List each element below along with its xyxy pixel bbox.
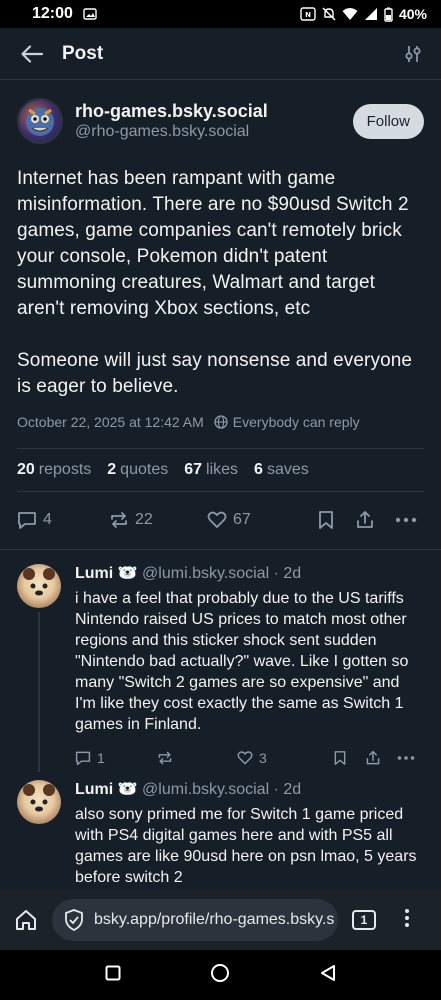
image-notification-icon: [83, 8, 97, 20]
back-button[interactable]: [2, 28, 62, 80]
reply-author-name[interactable]: Lumi 🐻‍❄️: [75, 781, 138, 798]
more-options-button[interactable]: [397, 755, 415, 761]
avatar[interactable]: [17, 564, 61, 608]
arrow-left-icon: [21, 44, 43, 63]
more-dots-icon: [395, 517, 417, 523]
more-options-button[interactable]: [395, 517, 417, 523]
thread-settings-button[interactable]: [385, 28, 441, 80]
reply-header: Lumi 🐻‍❄️ @lumi.bsky.social · 2d: [75, 564, 424, 584]
status-bar: 12:00 N 40%: [0, 0, 441, 28]
svg-text:N: N: [305, 11, 311, 19]
reply-bubble-icon: [18, 512, 36, 529]
repost-button[interactable]: [157, 750, 237, 766]
post-author-row: rho-games.bsky.social @rho-games.bsky.so…: [17, 96, 424, 146]
url-text: bsky.app/profile/rho-games.bsky.s: [94, 911, 335, 928]
repost-icon: [158, 751, 172, 765]
reply-actions: 1 3: [75, 743, 424, 773]
heart-icon: [207, 511, 227, 528]
site-security-icon[interactable]: [64, 909, 84, 931]
reply-author-handle[interactable]: @lumi.bsky.social · 2d: [142, 781, 301, 798]
battery-icon: [384, 7, 393, 22]
bookmark-icon: [334, 751, 346, 765]
quotes-count[interactable]: 2 quotes: [107, 461, 168, 479]
reply-button[interactable]: 4: [17, 510, 109, 530]
heart-icon: [237, 751, 253, 765]
author-display-name[interactable]: rho-games.bsky.social: [75, 100, 353, 122]
reply-author-handle[interactable]: @lumi.bsky.social · 2d: [142, 565, 301, 582]
post-actions: 4 22 67: [17, 492, 424, 548]
share-button[interactable]: [355, 510, 395, 530]
battery-percent: 40%: [398, 6, 427, 22]
section-divider: [0, 549, 441, 550]
bookmark-icon: [319, 511, 333, 529]
square-icon: [105, 965, 121, 980]
post-text: Internet has been rampant with game misi…: [17, 168, 413, 397]
bookmark-button[interactable]: [317, 510, 355, 530]
triangle-back-icon: [321, 964, 336, 981]
like-button[interactable]: 67: [207, 510, 317, 530]
browser-toolbar: bsky.app/profile/rho-games.bsky.s 1: [0, 890, 441, 950]
reply-item[interactable]: Lumi 🐻‍❄️ @lumi.bsky.social · 2d i have …: [0, 564, 441, 773]
reply-text: also sony primed me for Switch 1 game pr…: [75, 806, 417, 886]
reply-text: i have a feel that probably due to the U…: [75, 590, 409, 733]
repost-icon: [111, 512, 127, 528]
bookmark-button[interactable]: [333, 750, 365, 766]
mute-icon: [322, 7, 336, 21]
avatar[interactable]: [17, 98, 63, 144]
system-nav-bar: [0, 950, 441, 1000]
main-post: rho-games.bsky.social @rho-games.bsky.so…: [0, 82, 441, 548]
reposts-count[interactable]: 20 reposts: [17, 461, 91, 479]
share-icon: [357, 511, 373, 528]
wifi-icon: [342, 7, 358, 21]
reply-setting-label: Everybody can reply: [232, 414, 360, 430]
like-button[interactable]: 3: [237, 750, 333, 766]
url-field[interactable]: bsky.app/profile/rho-games.bsky.s: [52, 899, 338, 941]
recents-button[interactable]: [105, 965, 121, 986]
browser-menu-button[interactable]: [404, 908, 410, 933]
nfc-icon: N: [300, 7, 316, 21]
status-time: 12:00: [32, 5, 73, 22]
likes-count[interactable]: 67 likes: [184, 461, 238, 479]
post-header: Post: [0, 28, 441, 80]
tab-switcher-button[interactable]: 1: [352, 910, 376, 930]
share-button[interactable]: [365, 750, 397, 766]
home-icon: [16, 910, 36, 930]
home-nav-button[interactable]: [210, 963, 230, 988]
page-title: Post: [62, 42, 104, 64]
saves-count[interactable]: 6 saves: [254, 461, 309, 479]
circle-icon: [211, 963, 230, 982]
reply-button[interactable]: 1: [75, 750, 157, 766]
reply-item[interactable]: Lumi 🐻‍❄️ @lumi.bsky.social · 2d also so…: [0, 780, 441, 888]
reply-author-name[interactable]: Lumi 🐻‍❄️: [75, 565, 138, 582]
home-button[interactable]: [0, 909, 52, 931]
reply-bubble-icon: [75, 751, 91, 766]
reply-header: Lumi 🐻‍❄️ @lumi.bsky.social · 2d: [75, 780, 424, 800]
engagement-counts: 20 reposts 2 quotes 67 likes 6 saves: [17, 448, 424, 492]
globe-icon: [214, 415, 228, 429]
repost-button[interactable]: 22: [109, 510, 207, 530]
author-handle[interactable]: @rho-games.bsky.social: [75, 122, 353, 142]
post-timestamp: October 22, 2025 at 12:42 AM: [17, 414, 204, 430]
more-dots-icon: [397, 756, 415, 760]
share-icon: [366, 750, 380, 765]
signal-icon: [364, 7, 378, 21]
avatar[interactable]: [17, 780, 61, 824]
sliders-icon: [405, 45, 421, 62]
post-meta: October 22, 2025 at 12:42 AM Everybody c…: [17, 414, 424, 430]
back-nav-button[interactable]: [320, 964, 336, 987]
reply-settings[interactable]: Everybody can reply: [214, 414, 360, 430]
vertical-dots-icon: [405, 908, 409, 927]
follow-button[interactable]: Follow: [352, 103, 424, 139]
